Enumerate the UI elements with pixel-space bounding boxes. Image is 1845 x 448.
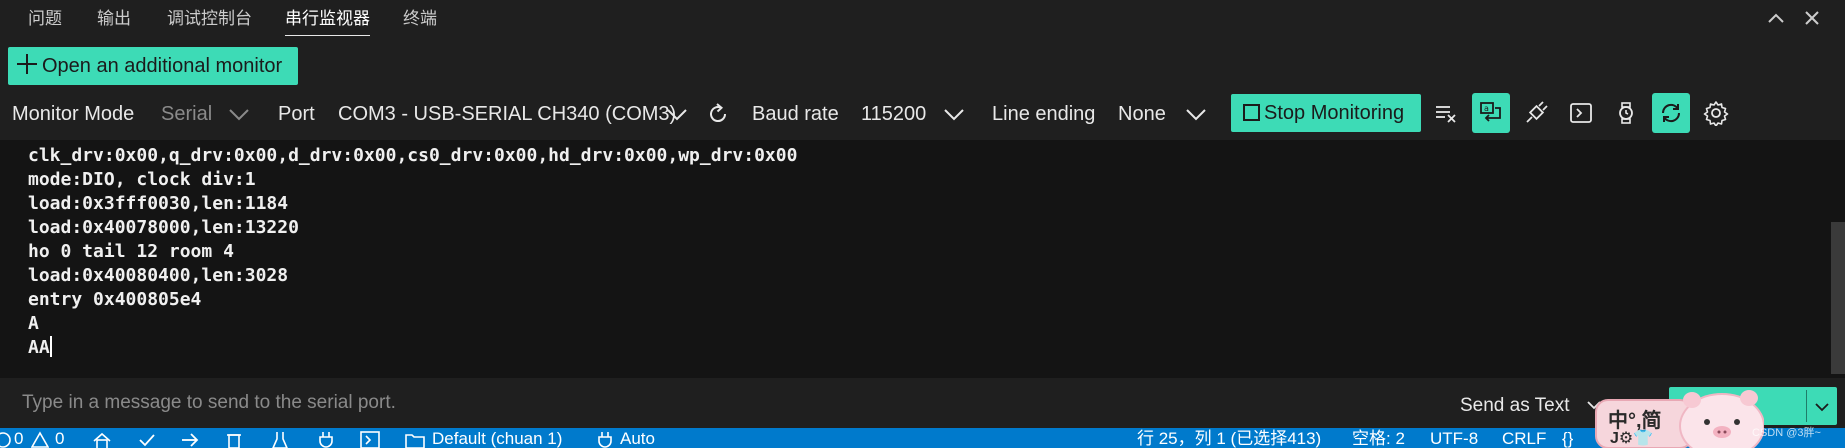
maximize-panel-icon[interactable] — [1764, 6, 1788, 30]
tab-terminal[interactable]: 终端 — [403, 6, 437, 36]
output-line: entry 0x400805e4 — [28, 289, 202, 310]
monitor-mode-label: Monitor Mode — [12, 103, 135, 125]
baud-rate-label: Baud rate — [752, 103, 839, 125]
message-input-row: Send as Text — [0, 378, 1845, 428]
project-profile[interactable]: Default (chuan 1) — [432, 429, 562, 448]
text-caret — [49, 336, 52, 357]
ime-mascot-sticker: 中°,简 J⚙👕 — [1594, 382, 1765, 448]
stop-square-icon — [1243, 104, 1260, 121]
folder-icon[interactable] — [405, 431, 425, 448]
warning-icon[interactable] — [31, 431, 49, 448]
trash-icon[interactable] — [225, 431, 243, 448]
terminal-button[interactable] — [1562, 93, 1600, 133]
tab-debug-console[interactable]: 调试控制台 — [167, 6, 252, 36]
error-count[interactable]: 0 — [14, 429, 23, 448]
sync-icon — [1661, 103, 1681, 123]
output-line: clk_drv:0x00,q_drv:0x00,d_drv:0x00,cs0_d… — [28, 145, 798, 166]
clear-all-icon — [1436, 106, 1456, 123]
flask-icon[interactable] — [271, 431, 289, 448]
port-label: Port — [278, 103, 315, 125]
ime-toolbar-icons: J⚙👕 — [1610, 430, 1654, 447]
output-line: load:0x3fff0030,len:1184 — [28, 193, 289, 214]
auto-scroll-toggle-button[interactable] — [1652, 93, 1690, 133]
close-panel-icon[interactable] — [1800, 6, 1824, 30]
output-line: mode:DIO, clock div:1 — [28, 169, 256, 190]
arrow-right-icon[interactable] — [180, 431, 200, 448]
output-line: ho 0 tail 12 room 4 — [28, 241, 234, 262]
plus-icon — [16, 53, 38, 75]
send-options-chevron-down-icon[interactable] — [1814, 399, 1830, 415]
message-input[interactable] — [12, 386, 1412, 420]
toggle-word-wrap-button[interactable]: a — [1472, 93, 1510, 133]
output-line-last: AA — [28, 336, 52, 358]
open-additional-monitor-button[interactable]: Open an additional monitor — [8, 47, 298, 85]
monitor-toolbar: Monitor Mode Serial Port COM3 - USB-SERI… — [0, 93, 1845, 137]
port-select[interactable]: COM3 - USB-SERIAL CH340 (COM3) — [338, 103, 676, 126]
plug-auto-icon[interactable] — [597, 431, 613, 448]
send-mode-select[interactable]: Send as Text — [1460, 395, 1570, 417]
warning-count[interactable]: 0 — [55, 429, 64, 448]
plug-status-icon[interactable] — [317, 431, 335, 448]
baud-rate-select[interactable]: 115200 — [861, 103, 926, 126]
auto-detect-status[interactable]: Auto — [620, 429, 655, 448]
cursor-position[interactable]: 行 25，列 1 (已选择413) — [1137, 429, 1321, 448]
text-wrap-icon: a — [1480, 102, 1501, 122]
terminal-status-icon[interactable] — [360, 431, 380, 448]
clear-output-button[interactable] — [1427, 93, 1465, 133]
timestamp-button[interactable] — [1607, 93, 1645, 133]
indentation-status[interactable]: 空格: 2 — [1352, 429, 1405, 448]
checkmark-icon[interactable] — [137, 431, 157, 448]
terminal-icon — [1570, 103, 1592, 123]
csdn-watermark: CSDN @3胖~ — [1752, 427, 1821, 439]
baud-rate-chevron-down-icon[interactable] — [942, 105, 966, 123]
svg-text:a: a — [1484, 104, 1489, 113]
panel-tab-bar: 问题 输出 调试控制台 串行监视器 终端 — [0, 0, 1845, 40]
line-ending-label: Line ending — [992, 103, 1096, 125]
monitor-mode-select[interactable]: Serial — [161, 103, 212, 126]
output-line: load:0x40080400,len:3028 — [28, 265, 289, 286]
language-mode-status[interactable]: {} — [1562, 429, 1573, 448]
stop-monitoring-button[interactable]: Stop Monitoring — [1231, 94, 1421, 132]
serial-output-area[interactable]: clk_drv:0x00,q_drv:0x00,d_drv:0x00,cs0_d… — [0, 140, 1845, 378]
plug-icon — [1526, 101, 1548, 123]
tab-serial-monitor[interactable]: 串行监视器 — [285, 6, 370, 36]
home-icon[interactable] — [92, 431, 112, 448]
send-button-divider — [1806, 390, 1807, 422]
line-ending-status[interactable]: CRLF — [1502, 429, 1546, 448]
output-line: load:0x40078000,len:13220 — [28, 217, 299, 238]
refresh-ports-icon[interactable] — [706, 102, 730, 126]
monitor-mode-chevron-down-icon[interactable] — [227, 105, 251, 123]
line-ending-chevron-down-icon[interactable] — [1184, 105, 1208, 123]
tab-output[interactable]: 输出 — [97, 6, 131, 36]
tab-problems[interactable]: 问题 — [28, 6, 62, 36]
port-chevron-down-icon[interactable] — [665, 105, 689, 123]
output-line: A — [28, 313, 39, 334]
status-bar: 0 0 Default (chuan 1) Auto 行 25，列 1 (已选择 — [0, 428, 1845, 448]
line-ending-select[interactable]: None — [1118, 103, 1166, 126]
output-scrollbar-thumb[interactable] — [1831, 222, 1845, 374]
encoding-status[interactable]: UTF-8 — [1430, 429, 1478, 448]
output-scrollbar[interactable] — [1831, 140, 1845, 378]
settings-button[interactable] — [1697, 93, 1735, 133]
watch-icon — [1619, 102, 1633, 124]
error-icon[interactable] — [0, 431, 12, 448]
connect-plug-button[interactable] — [1517, 93, 1555, 133]
gear-icon — [1703, 101, 1729, 126]
